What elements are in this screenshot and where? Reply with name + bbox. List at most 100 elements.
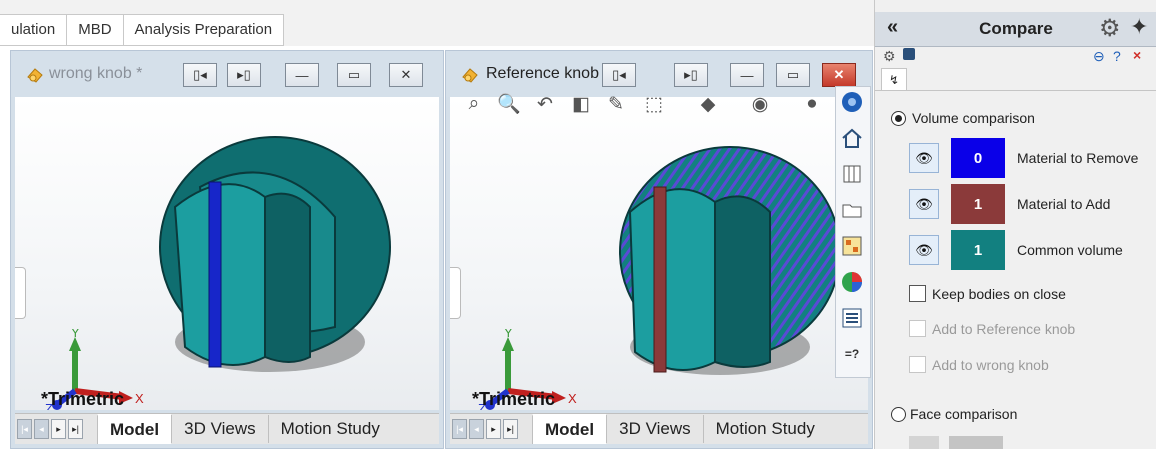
back-icon[interactable]: ⊖ [1093,48,1105,65]
tab-analysis-preparation[interactable]: Analysis Preparation [124,15,285,45]
home-icon[interactable] [841,127,863,149]
view-orientation-label: *Trimetric [41,389,125,409]
previous-view-icon[interactable]: ↶ [533,92,557,116]
last-page-icon[interactable]: ▸| [68,419,83,439]
close-button[interactable]: ✕ [822,63,856,87]
add-to-reference-option: Add to Reference knob [909,320,1075,337]
tab-mbd[interactable]: MBD [67,15,124,45]
custom-properties-icon[interactable] [841,307,863,329]
tab-motion-study[interactable]: Motion Study [702,415,827,443]
compare-help-icon[interactable]: =? [841,343,863,365]
hide-show-items-icon[interactable]: ◉ [748,92,772,116]
eye-icon[interactable]: 👁 [909,143,939,173]
axis-x-label: X [568,391,577,406]
prev-page-icon[interactable]: ◂ [34,419,49,439]
model-tabs-bar: |◂ ◂ ▸ ▸| Model 3D Views Motion Study [15,413,439,444]
tile-left-button[interactable]: ▯◂ [602,63,636,87]
panel-header: « Compare ⚙ ✦ [875,12,1156,47]
face-comparison-label: Face comparison [910,406,1018,422]
zoom-to-area-icon[interactable]: 🔍 [497,92,521,116]
section-view-icon[interactable]: ◧ [569,92,593,116]
command-manager-tabs: ulation MBD Analysis Preparation [0,14,285,46]
close-button[interactable]: ✕ [389,63,423,87]
display-style-icon[interactable]: ◆ [696,92,720,116]
add-to-reference-label: Add to Reference knob [932,320,1076,337]
face-comparison-option[interactable]: Face comparison [891,406,1017,422]
next-page-icon[interactable]: ▸ [51,419,66,439]
panel-flyout-handle[interactable] [450,267,461,319]
tab-model[interactable]: Model [97,414,172,444]
last-page-icon[interactable]: ▸| [503,419,518,439]
close-icon[interactable]: × [1133,47,1141,63]
tile-right-button[interactable]: ▸▯ [227,63,261,87]
first-page-icon[interactable]: |◂ [17,419,32,439]
tab-model[interactable]: Model [532,414,607,444]
dynamic-annotation-icon[interactable]: ✎ [604,92,628,116]
tab-3d-views[interactable]: 3D Views [171,415,268,443]
eye-icon[interactable]: 👁 [909,235,939,265]
face-comparison-swatch-placeholder [949,436,1003,449]
axis-x-label: X [135,391,144,406]
axis-y-label: Y [504,329,513,340]
volume-comparison-label: Volume comparison [912,110,1035,126]
window-titlebar: wrong knob * ▯◂ ▸▯ — ▭ ✕ [11,51,443,97]
add-to-wrong-checkbox[interactable] [909,356,926,373]
axis-y-label: Y [71,329,80,340]
save-icon[interactable] [903,48,915,60]
maximize-button[interactable]: ▭ [337,63,371,87]
zoom-to-fit-icon[interactable]: ⌕ [462,92,486,116]
material-to-add-label: Material to Add [1017,196,1111,212]
solidworks-resources-icon[interactable] [841,91,863,113]
next-page-icon[interactable]: ▸ [486,419,501,439]
settings-icon[interactable]: ⚙ [883,48,896,65]
eye-icon[interactable]: 👁 [909,189,939,219]
tab-motion-study[interactable]: Motion Study [267,415,392,443]
file-explorer-icon[interactable] [841,199,863,221]
edit-appearance-icon[interactable]: ● [800,92,824,116]
tab-simulation[interactable]: ulation [0,15,68,45]
material-to-remove-label: Material to Remove [1017,150,1139,166]
material-to-remove-row: 👁 0 Material to Remove [909,138,1138,178]
part-icon [462,68,478,83]
maximize-button[interactable]: ▭ [776,63,810,87]
knob-model[interactable] [570,137,860,407]
keep-bodies-checkbox[interactable] [909,285,926,302]
view-palette-icon[interactable] [841,235,863,257]
volume-comparison-option[interactable]: Volume comparison [891,110,1035,126]
options-gear-icon[interactable]: ⚙ [1099,14,1121,43]
keep-bodies-option[interactable]: Keep bodies on close [909,285,1066,302]
material-to-remove-swatch: 0 [951,138,1005,178]
minimize-button[interactable]: — [730,63,764,87]
material-to-add-row: 👁 1 Material to Add [909,184,1110,224]
common-volume-row: 👁 1 Common volume [909,230,1123,270]
design-library-icon[interactable] [841,163,863,185]
graphics-area[interactable]: Y X Z *Trimetric [15,97,439,410]
add-to-wrong-label: Add to wrong knob [932,356,1049,373]
common-volume-swatch: 1 [951,230,1005,270]
view-orientation-icon[interactable]: ⬚ [642,92,666,116]
compare-tab[interactable]: ↯ [881,68,907,91]
panel-flyout-handle[interactable] [15,267,26,319]
graphics-area[interactable]: Y X Z *Trimetric [450,97,868,410]
add-to-reference-checkbox[interactable] [909,320,926,337]
appearances-icon[interactable] [841,271,863,293]
wrong-knob-window: wrong knob * ▯◂ ▸▯ — ▭ ✕ Y X Z *Trimetri… [10,50,444,449]
tab-3d-views[interactable]: 3D Views [606,415,703,443]
compare-task-pane: « Compare ⚙ ✦ ⚙ ⊖ ? × ↯ Volume compariso… [874,0,1156,449]
face-comparison-eye-placeholder [909,436,939,449]
window-title: Reference knob [486,65,599,82]
help-icon[interactable]: ? [1113,48,1121,64]
first-page-icon[interactable]: |◂ [452,419,467,439]
volume-comparison-radio[interactable] [891,110,906,126]
face-comparison-radio[interactable] [891,406,906,422]
minimize-button[interactable]: — [285,63,319,87]
tile-left-button[interactable]: ▯◂ [183,63,217,87]
tile-right-button[interactable]: ▸▯ [674,63,708,87]
panel-tab-line [875,90,1156,91]
prev-page-icon[interactable]: ◂ [469,419,484,439]
part-icon [27,68,43,83]
keep-bodies-label: Keep bodies on close [932,285,1066,302]
window-titlebar: Reference knob ▯◂ ▸▯ — ▭ ✕ [446,51,872,97]
window-title: wrong knob * [49,65,143,82]
pin-icon[interactable]: ✦ [1130,14,1148,40]
